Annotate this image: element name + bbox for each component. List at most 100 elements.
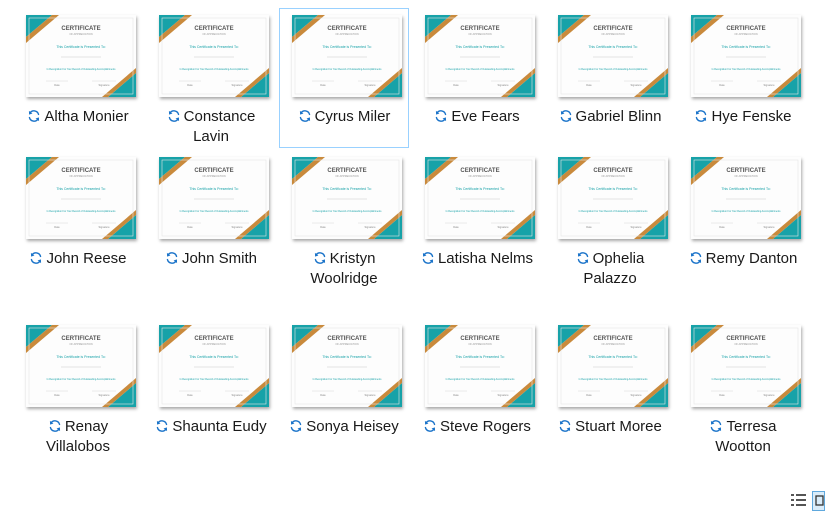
cert-presented: This Certificate is Presented To:: [56, 187, 105, 191]
file-item[interactable]: CERTIFICATE OF APPRECIATION This Certifi…: [412, 318, 542, 458]
sync-pending-icon: [577, 252, 588, 264]
cert-subtitle: OF APPRECIATION: [468, 174, 491, 178]
cert-subtitle: OF APPRECIATION: [601, 32, 624, 36]
file-name-label: Terresa Wootton: [715, 418, 777, 455]
file-item[interactable]: CERTIFICATE OF APPRECIATION This Certifi…: [545, 318, 675, 458]
cert-subtitle: OF APPRECIATION: [69, 174, 92, 178]
cert-date-label: Date: [320, 393, 326, 397]
file-item[interactable]: CERTIFICATE OF APPRECIATION This Certifi…: [13, 8, 143, 148]
file-item[interactable]: CERTIFICATE OF APPRECIATION This Certifi…: [279, 8, 409, 148]
cert-title: CERTIFICATE: [460, 168, 499, 174]
file-item[interactable]: CERTIFICATE OF APPRECIATION This Certifi…: [146, 8, 276, 148]
cert-presented: This Certificate is Presented To:: [189, 355, 238, 359]
file-name: Constance Lavin: [149, 107, 273, 147]
sync-pending-icon: [424, 420, 436, 432]
cert-recognition: In Recognition For Your Record of Outsta…: [446, 210, 516, 213]
cert-subtitle: OF APPRECIATION: [202, 32, 225, 36]
file-item[interactable]: CERTIFICATE OF APPRECIATION This Certifi…: [279, 318, 409, 458]
file-item[interactable]: CERTIFICATE OF APPRECIATION This Certifi…: [13, 150, 143, 290]
cert-presented: This Certificate is Presented To:: [455, 187, 504, 191]
cert-presented: This Certificate is Presented To:: [56, 45, 105, 49]
cert-recognition: In Recognition For Your Record of Outsta…: [180, 68, 250, 71]
cert-recognition: In Recognition For Your Record of Outsta…: [313, 68, 383, 71]
details-view-button[interactable]: [789, 491, 811, 511]
cert-recognition: In Recognition For Your Record of Outsta…: [313, 210, 383, 213]
cert-title: CERTIFICATE: [327, 26, 366, 32]
cert-date-label: Date: [54, 83, 60, 87]
certificate-thumbnail: CERTIFICATE OF APPRECIATION This Certifi…: [425, 157, 535, 239]
cert-signature-label: Signature: [364, 225, 376, 229]
cert-recognition: In Recognition For Your Record of Outsta…: [712, 378, 782, 381]
sync-pending-icon: [290, 420, 302, 432]
cert-subtitle: OF APPRECIATION: [69, 32, 92, 36]
cert-recognition: In Recognition For Your Record of Outsta…: [712, 68, 782, 71]
cert-presented: This Certificate is Presented To:: [455, 355, 504, 359]
file-item[interactable]: CERTIFICATE OF APPRECIATION This Certifi…: [678, 150, 808, 290]
cert-date-label: Date: [453, 393, 459, 397]
sync-pending-icon: [436, 110, 447, 122]
cert-date-label: Date: [719, 225, 725, 229]
large-icons-view-button[interactable]: [812, 491, 825, 511]
cert-signature-label: Signature: [497, 393, 509, 397]
sync-pending-icon: [49, 420, 61, 432]
file-item[interactable]: CERTIFICATE OF APPRECIATION This Certifi…: [678, 8, 808, 148]
cert-date-label: Date: [320, 83, 326, 87]
file-item[interactable]: CERTIFICATE OF APPRECIATION This Certifi…: [412, 8, 542, 148]
file-name-label: Eve Fears: [451, 108, 520, 125]
file-name-label: John Smith: [181, 250, 258, 267]
cert-date-label: Date: [586, 225, 592, 229]
cert-title: CERTIFICATE: [726, 336, 765, 342]
file-name: Kristyn Woolridge: [282, 249, 406, 289]
certificate-thumbnail: CERTIFICATE OF APPRECIATION This Certifi…: [558, 157, 668, 239]
file-item[interactable]: CERTIFICATE OF APPRECIATION This Certifi…: [545, 8, 675, 148]
file-item[interactable]: CERTIFICATE OF APPRECIATION This Certifi…: [279, 150, 409, 290]
cert-recognition: In Recognition For Your Record of Outsta…: [579, 68, 649, 71]
large-icons-view-icon: [815, 495, 824, 506]
file-item[interactable]: CERTIFICATE OF APPRECIATION This Certifi…: [678, 318, 808, 458]
cert-title: CERTIFICATE: [593, 336, 632, 342]
file-name-label: Steve Rogers: [440, 418, 531, 435]
file-name: Terresa Wootton: [681, 417, 805, 457]
file-item[interactable]: CERTIFICATE OF APPRECIATION This Certifi…: [146, 150, 276, 290]
cert-recognition: In Recognition For Your Record of Outsta…: [712, 210, 782, 213]
cert-date-label: Date: [586, 393, 592, 397]
cert-presented: This Certificate is Presented To:: [721, 187, 770, 191]
file-name: Remy Danton: [681, 249, 805, 269]
file-item[interactable]: CERTIFICATE OF APPRECIATION This Certifi…: [13, 318, 143, 458]
file-name: Latisha Nelms: [415, 249, 539, 269]
certificate-thumbnail: CERTIFICATE OF APPRECIATION This Certifi…: [292, 157, 402, 239]
cert-title: CERTIFICATE: [194, 26, 233, 32]
cert-subtitle: OF APPRECIATION: [69, 342, 92, 346]
cert-recognition: In Recognition For Your Record of Outsta…: [47, 68, 117, 71]
cert-title: CERTIFICATE: [726, 168, 765, 174]
cert-date-label: Date: [320, 225, 326, 229]
file-item[interactable]: CERTIFICATE OF APPRECIATION This Certifi…: [545, 150, 675, 290]
cert-subtitle: OF APPRECIATION: [601, 174, 624, 178]
file-name: Altha Monier: [16, 107, 140, 127]
cert-recognition: In Recognition For Your Record of Outsta…: [47, 378, 117, 381]
cert-recognition: In Recognition For Your Record of Outsta…: [446, 68, 516, 71]
cert-date-label: Date: [719, 83, 725, 87]
certificate-thumbnail: CERTIFICATE OF APPRECIATION This Certifi…: [425, 325, 535, 407]
file-name: Sonya Heisey: [282, 417, 406, 437]
file-name-label: Sonya Heisey: [306, 418, 399, 435]
cert-title: CERTIFICATE: [194, 336, 233, 342]
cert-title: CERTIFICATE: [194, 168, 233, 174]
cert-subtitle: OF APPRECIATION: [468, 32, 491, 36]
certificate-thumbnail: CERTIFICATE OF APPRECIATION This Certifi…: [26, 157, 136, 239]
details-view-icon: [791, 494, 806, 506]
file-item[interactable]: CERTIFICATE OF APPRECIATION This Certifi…: [146, 318, 276, 458]
cert-signature-label: Signature: [98, 393, 110, 397]
cert-signature-label: Signature: [763, 393, 775, 397]
file-item[interactable]: CERTIFICATE OF APPRECIATION This Certifi…: [412, 150, 542, 290]
sync-pending-icon: [166, 252, 178, 264]
certificate-thumbnail: CERTIFICATE OF APPRECIATION This Certifi…: [159, 15, 269, 97]
cert-date-label: Date: [187, 83, 193, 87]
cert-signature-label: Signature: [763, 225, 775, 229]
certificate-thumbnail: CERTIFICATE OF APPRECIATION This Certifi…: [159, 325, 269, 407]
file-name: Stuart Moree: [548, 417, 672, 437]
file-name-label: Gabriel Blinn: [575, 108, 662, 125]
sync-pending-icon: [168, 110, 179, 122]
cert-recognition: In Recognition For Your Record of Outsta…: [579, 378, 649, 381]
certificate-thumbnail: CERTIFICATE OF APPRECIATION This Certifi…: [691, 15, 801, 97]
